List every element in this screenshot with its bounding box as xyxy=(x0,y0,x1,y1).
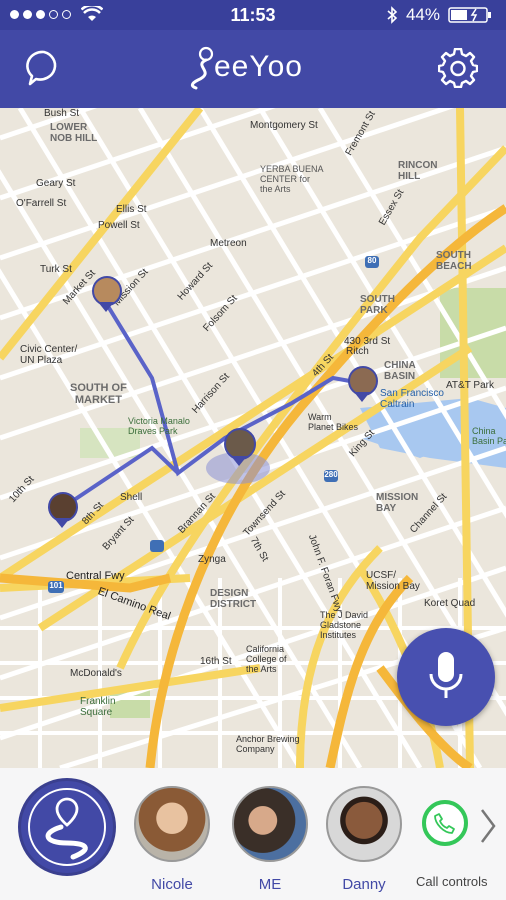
map-label-turk-st: Turk St xyxy=(40,264,72,275)
map-label-yerba-buena: YERBA BUENA CENTER for the Arts xyxy=(260,164,324,194)
map-label-montgomery-st: Montgomery St xyxy=(250,120,318,131)
contact-nicole[interactable]: Nicole xyxy=(134,786,210,893)
contacts-bar: Nicole ME Danny Call controls xyxy=(0,768,506,900)
map-label-powell-st: Powell St xyxy=(98,220,140,231)
avatar xyxy=(134,786,210,862)
map-label-rich: Ritch xyxy=(346,346,369,357)
contact-name: Danny xyxy=(342,876,386,893)
map-label-civic-center: Civic Center/ UN Plaza xyxy=(20,344,78,366)
map-label-ucsf: UCSF/ Mission Bay xyxy=(366,570,420,592)
map-label-ellis-st: Ellis St xyxy=(116,204,147,215)
map-label-koret-quad: Koret Quad xyxy=(424,598,476,609)
map-pin-nicole[interactable] xyxy=(92,276,122,312)
map-pin-contact-4[interactable] xyxy=(48,492,78,528)
map-label-ccarts: California College of the Arts xyxy=(246,644,287,674)
app-logo: eeYoo xyxy=(188,44,318,94)
voice-button[interactable] xyxy=(397,628,495,726)
contact-name: Nicole xyxy=(151,876,193,893)
status-bar: 11:53 44% xyxy=(0,0,506,30)
map-label-ofarrell-st: O'Farrell St xyxy=(16,198,67,209)
chevron-right-icon[interactable] xyxy=(478,806,498,846)
map-pin-danny[interactable] xyxy=(348,366,378,402)
map-label-anchor-brewing: Anchor Brewing Company xyxy=(236,734,300,754)
call-button[interactable] xyxy=(422,800,468,846)
battery-percent: 44% xyxy=(405,5,440,24)
map-label-franklin-square: Franklin Square xyxy=(80,696,116,718)
highway-shield-80: 80 xyxy=(367,256,377,265)
route-pin-icon xyxy=(28,788,106,866)
map-label-south-of-market: SOUTH OF MARKET xyxy=(70,382,127,406)
bluetooth-icon xyxy=(387,6,398,24)
chat-button[interactable] xyxy=(24,48,64,88)
map-label-bush-st: Bush St xyxy=(44,108,80,119)
settings-button[interactable] xyxy=(437,47,479,89)
map-label-lower-nob-hill: LOWER NOB HILL xyxy=(50,122,98,144)
map-label-warm-planet: Warm Planet Bikes xyxy=(308,412,359,432)
map-label-zynga: Zynga xyxy=(198,554,226,565)
highway-shield-101: 101 xyxy=(49,581,63,590)
microphone-icon xyxy=(429,652,463,698)
map-label-china-basin: CHINA BASIN xyxy=(384,360,416,382)
map-label-china-basin-park: China Basin Park xyxy=(472,426,506,446)
map-label-gladstone: The J David Gladstone Institutes xyxy=(320,610,369,640)
map-label-geary-st: Geary St xyxy=(36,178,76,189)
phone-icon xyxy=(434,813,455,834)
app-header: eeYoo xyxy=(0,30,506,108)
app-brand: eeYoo xyxy=(214,50,303,83)
map-label-shell: Shell xyxy=(120,492,143,503)
map-label-central-fwy: Central Fwy xyxy=(66,570,125,582)
map-pin-me[interactable] xyxy=(224,428,256,466)
map-label-sf-caltrain: San Francisco Caltrain xyxy=(380,388,444,410)
chat-bubble-icon xyxy=(26,50,57,86)
avatar xyxy=(326,786,402,862)
call-controls-label: Call controls xyxy=(416,874,488,889)
map-label-mission-bay: MISSION BAY xyxy=(376,492,419,514)
contact-me[interactable]: ME xyxy=(232,786,308,893)
map-label-16th-st: 16th St xyxy=(200,656,232,667)
gear-icon xyxy=(437,47,479,89)
map-label-south-park: SOUTH PARK xyxy=(360,294,395,316)
map-label-rincon-hill: RINCON HILL xyxy=(398,160,438,182)
map-label-victoria-park: Victoria Manalo Draves Park xyxy=(128,416,190,436)
route-button[interactable] xyxy=(18,778,116,876)
map-label-mcdonalds: McDonald's xyxy=(70,668,122,679)
map-label-south-beach: SOUTH BEACH xyxy=(436,250,472,272)
contact-name: ME xyxy=(258,876,282,893)
map-label-design-district: DESIGN DISTRICT xyxy=(210,588,257,610)
contact-danny[interactable]: Danny xyxy=(326,786,402,893)
map-label-att-park: AT&T Park xyxy=(446,380,494,391)
highway-shield-280: 280 xyxy=(324,470,338,479)
map-label-metreon: Metreon xyxy=(210,238,247,249)
avatar xyxy=(232,786,308,862)
battery-icon xyxy=(448,7,491,23)
